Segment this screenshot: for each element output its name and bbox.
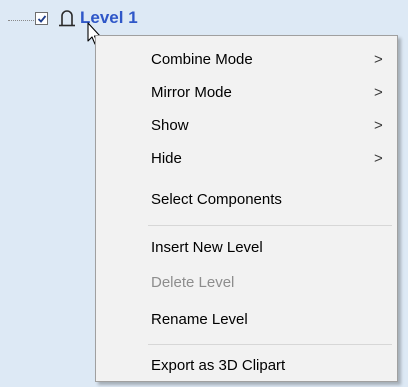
menu-item-label: Insert New Level [151,239,263,256]
menu-item-label: Select Components [151,191,282,208]
menu-item-mirror-mode[interactable]: Mirror Mode > [96,77,397,109]
menu-item-rename-level[interactable]: Rename Level [96,304,397,336]
context-menu: Combine Mode > Mirror Mode > Show > Hide… [95,35,398,382]
menu-separator [148,344,392,345]
menu-item-hide[interactable]: Hide > [96,143,397,175]
menu-item-combine-mode[interactable]: Combine Mode > [96,44,397,76]
menu-item-label: Export as 3D Clipart [151,357,286,374]
menu-separator [148,225,392,226]
menu-item-show[interactable]: Show > [96,110,397,142]
menu-item-delete-level: Delete Level [96,267,397,299]
menu-item-label: Mirror Mode [151,84,232,101]
level-visibility-checkbox[interactable] [35,12,48,25]
chevron-right-icon: > [374,150,383,167]
tree-connector-line [8,20,34,21]
menu-item-label: Rename Level [151,311,248,328]
menu-item-label: Show [151,117,189,134]
menu-item-label: Hide [151,150,182,167]
arch-icon [59,10,75,27]
chevron-right-icon: > [374,84,383,101]
chevron-right-icon: > [374,51,383,68]
menu-item-select-components[interactable]: Select Components [96,184,397,216]
menu-item-label: Delete Level [151,274,235,291]
checkmark-icon [37,15,47,23]
menu-item-insert-new-level[interactable]: Insert New Level [96,232,397,264]
chevron-right-icon: > [374,117,383,134]
menu-item-label: Combine Mode [151,51,253,68]
menu-item-export-3d-clipart[interactable]: Export as 3D Clipart [96,350,397,382]
